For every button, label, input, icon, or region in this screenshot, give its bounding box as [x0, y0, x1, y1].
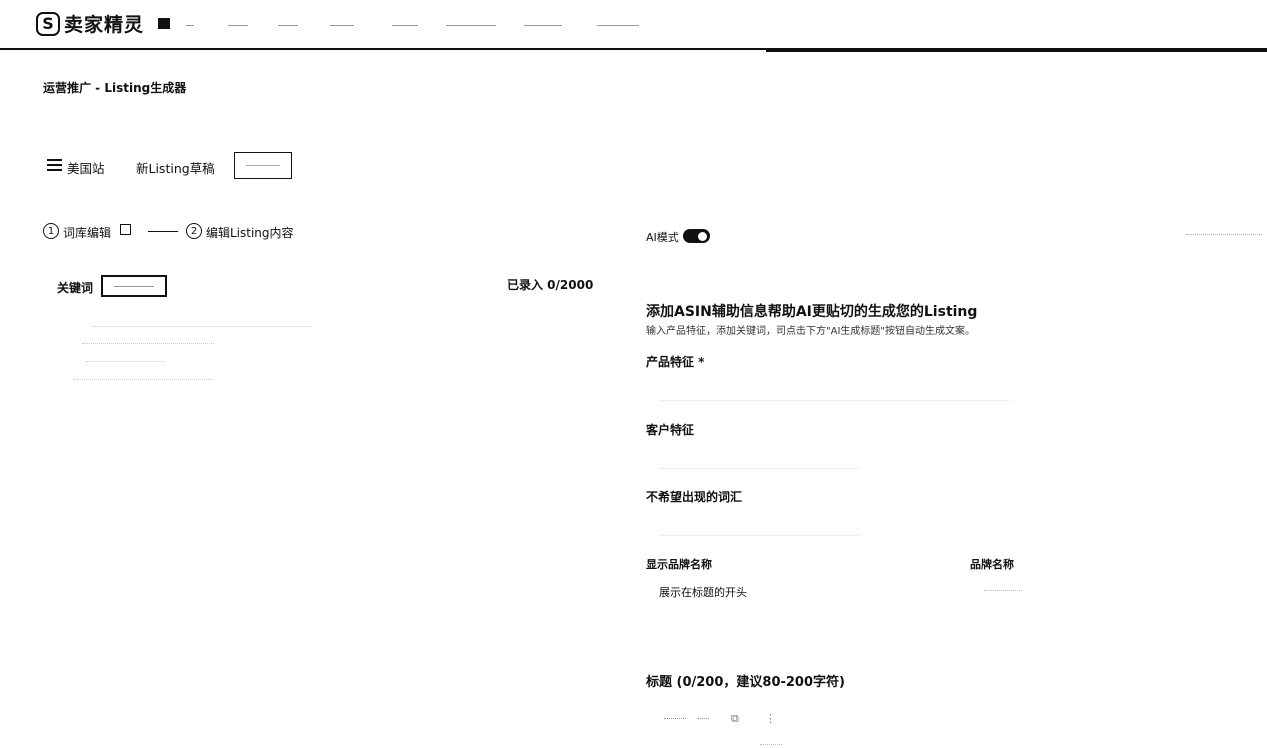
panel-heading: 添加ASIN辅助信息帮助AI更贴切的生成您的Listing: [646, 304, 978, 320]
unwanted-words-input[interactable]: [660, 513, 860, 536]
nav-item-1[interactable]: [186, 18, 194, 29]
nav-home-icon[interactable]: [158, 18, 170, 29]
customer-features-label: 客户特征: [646, 423, 695, 437]
title-placeholder: [760, 744, 782, 746]
breadcrumb: 运营推广 - Listing生成器: [43, 81, 187, 95]
title-tool-2[interactable]: [697, 718, 709, 720]
customer-features-input[interactable]: [660, 446, 860, 469]
us-flag-icon: [47, 159, 62, 171]
logo-text: 卖家精灵: [64, 14, 145, 36]
keyword-placeholder-line-2: [82, 343, 214, 345]
keyword-placeholder-line-3: [86, 361, 164, 363]
ai-mode-label: AI模式: [646, 231, 679, 244]
step-2-label[interactable]: 编辑Listing内容: [206, 224, 294, 241]
ai-mode-toggle[interactable]: [683, 229, 710, 243]
step-2-number: 2: [186, 223, 202, 239]
nav-item-7[interactable]: [524, 18, 562, 29]
tab-us-site[interactable]: 美国站: [67, 158, 105, 177]
nav-item-2[interactable]: [228, 18, 248, 29]
step-1-label[interactable]: 词库编辑: [63, 224, 111, 241]
tab-active[interactable]: [234, 152, 292, 179]
top-right-link[interactable]: [1186, 234, 1262, 236]
title-tool-1[interactable]: [664, 718, 686, 720]
nav-item-4[interactable]: [330, 18, 354, 29]
product-features-label: 产品特征 *: [646, 355, 705, 369]
keyword-action-button[interactable]: [101, 275, 167, 297]
nav-item-6[interactable]: [446, 18, 496, 29]
title-label: 标题 (0/200，建议80-200字符): [646, 675, 845, 690]
nav-item-3[interactable]: [278, 18, 298, 29]
more-icon[interactable]: ⋮: [765, 712, 776, 725]
panel-subheading: 输入产品特征，添加关键词，司点击下方"AI生成标题"按钮自动生成文案。: [646, 326, 975, 337]
unwanted-words-label: 不希望出现的词汇: [646, 490, 743, 504]
brand-name-input[interactable]: [984, 590, 1022, 592]
show-brand-label: 显示品牌名称: [646, 558, 712, 571]
step-connector: [148, 231, 178, 232]
edit-icon[interactable]: [120, 224, 131, 235]
brand-name-label: 品牌名称: [970, 558, 1014, 571]
step-1-number: 1: [43, 223, 59, 239]
nav-item-5[interactable]: [392, 18, 418, 29]
nav-active-underline: [766, 50, 1267, 52]
keyword-count: 已录入 0/2000: [507, 278, 594, 292]
keywords-label: 关键词: [57, 281, 94, 295]
keyword-placeholder-line-4: [73, 379, 213, 381]
app-logo[interactable]: S 卖家精灵: [36, 10, 144, 37]
product-features-input[interactable]: [660, 378, 1010, 401]
brand-position-select[interactable]: 展示在标题的开头: [659, 584, 747, 600]
keyword-placeholder-line-1: [92, 326, 312, 328]
copy-icon[interactable]: ⧉: [731, 712, 739, 726]
logo-icon: S: [36, 11, 60, 36]
tab-new-draft[interactable]: 新Listing草稿: [136, 158, 215, 177]
nav-item-8[interactable]: [597, 18, 639, 29]
